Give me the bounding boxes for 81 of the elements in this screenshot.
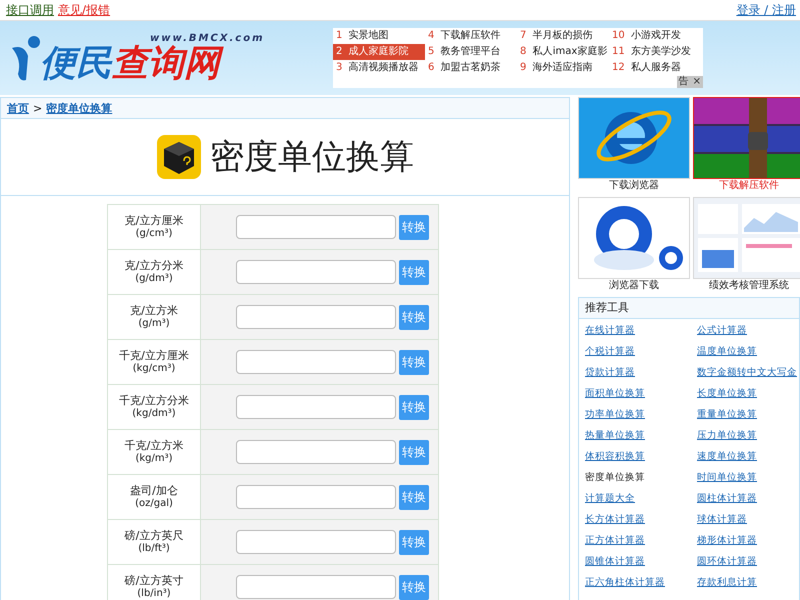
breadcrumb-link[interactable]: 密度单位换算 (46, 100, 112, 116)
tool-link[interactable]: 速度单位换算 (697, 450, 799, 463)
unit-label: 磅/立方英寸 (124, 574, 184, 587)
top-link[interactable]: 意见/报错 (58, 2, 110, 18)
unit-label: 千克/立方米 (124, 439, 184, 452)
tool-link[interactable]: 正方体计算器 (585, 534, 697, 547)
unit-symbol: (g/m³) (137, 317, 171, 330)
cube-icon (156, 134, 202, 180)
value-input[interactable] (236, 530, 396, 554)
image-caption[interactable]: 下载浏览器 (609, 179, 659, 193)
tool-link[interactable]: 时间单位换算 (697, 471, 799, 484)
tool-link[interactable]: 球体计算器 (697, 513, 799, 526)
unit-label: 磅/立方英尺 (124, 529, 184, 542)
ad-link[interactable]: 4 下载解压软件 (425, 28, 517, 44)
unit-label: 克/立方米 (129, 304, 179, 317)
tool-link[interactable]: 密度单位换算 (585, 471, 697, 484)
unit-label: 千克/立方分米 (118, 394, 190, 407)
value-input[interactable] (236, 260, 396, 284)
unit-symbol: (kg/dm³) (131, 407, 177, 420)
unit-symbol: (lb/in³) (136, 587, 172, 600)
unit-symbol: (g/cm³) (134, 227, 174, 240)
top-link[interactable]: 接口调用 (6, 2, 54, 18)
unit-label: 盎司/加仑 (129, 484, 179, 497)
ad-link[interactable]: 8 私人imax家庭影 (517, 44, 609, 60)
unit-symbol: (lb/ft³) (137, 542, 171, 555)
breadcrumb-separator: > (33, 102, 42, 114)
unit-label: 克/立方厘米 (124, 214, 184, 227)
tool-link[interactable]: 梯形体计算器 (697, 534, 799, 547)
value-input[interactable] (236, 305, 396, 329)
login-link[interactable]: 登录 / 注册 (736, 2, 796, 18)
tool-link[interactable]: 公式计算器 (697, 324, 799, 337)
logo-domain: www.BMCX.com (150, 32, 265, 44)
logo-text: 便民 (40, 44, 112, 84)
tool-link[interactable]: 重量单位换算 (697, 408, 799, 421)
tool-link[interactable]: 圆柱体计算器 (697, 492, 799, 505)
page-title: 密度单位换算 (210, 136, 414, 179)
ad-link[interactable]: 2 成人家庭影院 (333, 44, 425, 60)
tool-link[interactable]: 长度单位换算 (697, 387, 799, 400)
unit-symbol: (kg/cm³) (132, 362, 176, 375)
tool-link[interactable]: 热量单位换算 (585, 429, 697, 442)
value-input[interactable] (236, 215, 396, 239)
ad-link[interactable]: 7 半月板的损伤 (517, 28, 609, 44)
tool-link[interactable]: 正六角柱体计算器 (585, 576, 697, 589)
breadcrumb-link[interactable]: 首页 (7, 100, 29, 116)
tool-link[interactable]: 在线计算器 (585, 324, 697, 337)
tool-link[interactable]: 温度单位换算 (697, 345, 799, 358)
value-input[interactable] (236, 485, 396, 509)
unit-symbol: (oz/gal) (134, 497, 174, 510)
tool-link[interactable]: 存款利息计算 (697, 576, 799, 589)
ad-link[interactable]: 5 教务管理平台 (425, 44, 517, 60)
ad-link[interactable]: 3 高清视频播放器 (333, 60, 425, 76)
tool-link[interactable]: 压力单位换算 (697, 429, 799, 442)
tool-link[interactable]: 功率单位换算 (585, 408, 697, 421)
ad-link[interactable]: 9 海外适应指南 (517, 60, 609, 76)
tool-link[interactable]: 圆锥体计算器 (585, 555, 697, 568)
unit-label: 千克/立方厘米 (118, 349, 190, 362)
panel-title: 推荐工具 (579, 298, 799, 319)
ad-link[interactable]: 12 私人服务器 (609, 60, 703, 76)
unit-symbol: (g/dm³) (134, 272, 174, 285)
tool-link[interactable]: 贷款计算器 (585, 366, 697, 379)
tool-link[interactable]: 长方体计算器 (585, 513, 697, 526)
tool-link[interactable]: 体积容积换算 (585, 450, 697, 463)
ad-link[interactable]: 10 小游戏开发 (609, 28, 703, 44)
value-input[interactable] (236, 575, 396, 599)
tool-link[interactable]: 计算题大全 (585, 492, 697, 505)
value-input[interactable] (236, 395, 396, 419)
tool-link[interactable]: 圆环体计算器 (697, 555, 799, 568)
ad-label: 告 (678, 76, 690, 88)
ad-link[interactable]: 11 东方美学沙发 (609, 44, 703, 60)
image-caption[interactable]: 浏览器下载 (609, 279, 659, 293)
image-caption[interactable]: 绩效考核管理系统 (709, 279, 789, 293)
tool-link[interactable]: 个税计算器 (585, 345, 697, 358)
ad-link[interactable]: 6 加盟古茗奶茶 (425, 60, 517, 76)
unit-symbol: (kg/m³) (134, 452, 174, 465)
value-input[interactable] (236, 350, 396, 374)
value-input[interactable] (236, 440, 396, 464)
image-caption[interactable]: 下载解压软件 (719, 179, 779, 193)
ad-link[interactable]: 1 实景地图 (333, 28, 425, 44)
tool-link[interactable]: 数字金额转中文大写金 (697, 366, 799, 379)
unit-label: 克/立方分米 (124, 259, 184, 272)
tool-link[interactable]: 面积单位换算 (585, 387, 697, 400)
